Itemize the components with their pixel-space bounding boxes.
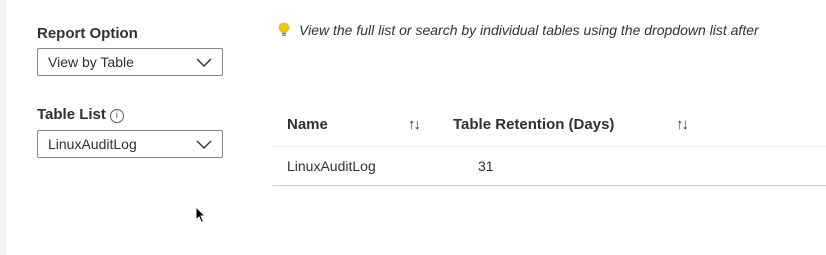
table-list-label-text: Table List	[37, 106, 106, 123]
info-icon[interactable]: i	[109, 109, 124, 123]
table-list-value: LinuxAuditLog	[48, 136, 137, 152]
column-header-retention[interactable]: Table Retention (Days)	[453, 116, 614, 133]
table-header: Name ↑↓ Table Retention (Days) ↑↓	[273, 104, 826, 147]
cell-retention-days: 31	[478, 158, 494, 174]
report-option-label: Report Option	[37, 25, 138, 42]
report-option-label-text: Report Option	[37, 25, 138, 42]
chevron-down-icon	[196, 58, 212, 67]
column-header-name[interactable]: Name	[287, 116, 328, 133]
left-panel-edge	[0, 0, 6, 255]
sort-icon[interactable]: ↑↓	[408, 116, 421, 133]
hint-text: View the full list or search by individu…	[277, 22, 759, 38]
report-option-value: View by Table	[48, 54, 134, 70]
sort-icon[interactable]: ↑↓	[676, 116, 689, 133]
hint-message: View the full list or search by individu…	[299, 22, 759, 38]
table-row[interactable]: LinuxAuditLog 31	[273, 147, 826, 186]
cell-table-name: LinuxAuditLog	[287, 158, 376, 174]
mouse-cursor-icon	[195, 206, 207, 224]
table-list-label: Table List i	[37, 106, 124, 123]
chevron-down-icon	[196, 140, 212, 149]
table-list-dropdown[interactable]: LinuxAuditLog	[37, 130, 223, 158]
lightbulb-icon	[278, 22, 290, 36]
report-option-dropdown[interactable]: View by Table	[37, 48, 223, 76]
